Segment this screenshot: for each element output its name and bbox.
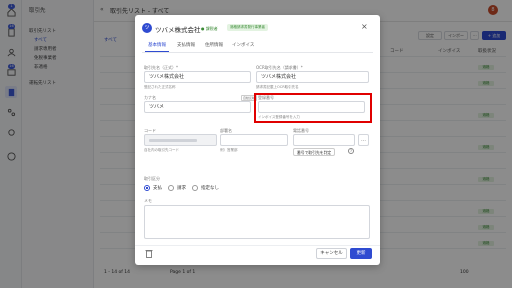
phone-match-checkbox[interactable]: 番号で取引先を判定 <box>293 148 336 156</box>
blurred-code <box>149 139 197 142</box>
footer-divider <box>135 245 380 246</box>
code-field[interactable] <box>144 134 217 146</box>
more-icon[interactable]: … <box>358 134 369 146</box>
close-icon[interactable]: × <box>361 22 368 31</box>
phone-field[interactable] <box>293 134 355 146</box>
vendor-name-field[interactable]: ツバメ株式会社 <box>144 71 251 83</box>
radio-dot-checked <box>144 185 150 191</box>
memo-label: メモ <box>144 198 152 203</box>
vendor-name-hint: 登記された正式名称 <box>144 85 176 89</box>
ocr-name-hint: 請求書記載上OCR取引先名 <box>256 85 299 89</box>
radio-payment[interactable]: 支払 <box>144 185 162 191</box>
modal-title: ツバメ株式会社 <box>155 26 201 34</box>
edit-vendor-modal: ツ ツバメ株式会社 ● 課税者 適格請求書発行事業者 × 基本情報 支払情報 住… <box>135 15 380 265</box>
radio-label: 支払 <box>153 186 162 191</box>
highlight-box <box>254 93 372 123</box>
status-text: ● 課税者 <box>201 26 218 31</box>
vendor-logo: ツ <box>142 23 152 33</box>
radio-unspecified[interactable]: 指定なし <box>192 185 219 191</box>
memo-textarea[interactable] <box>144 205 370 239</box>
department-hint: 例）営業部 <box>220 148 238 152</box>
radio-billing[interactable]: 請求 <box>168 185 186 191</box>
tab-address-info[interactable]: 住所情報 <box>205 42 223 48</box>
kana-field[interactable]: ツバメ <box>144 101 251 113</box>
code-hint: 自社内の取引先コード <box>144 148 179 152</box>
radio-label: 請求 <box>177 186 186 191</box>
department-field[interactable] <box>220 134 288 146</box>
cancel-button[interactable]: キャンセル <box>316 248 347 259</box>
ocr-name-field[interactable]: ツバメ株式会社 <box>256 71 369 83</box>
trash-icon[interactable] <box>145 249 153 258</box>
radio-label: 指定なし <box>201 186 219 191</box>
status-badge: 適格請求書発行事業者 <box>227 24 268 31</box>
radio-dot <box>192 185 198 191</box>
tab-invoice[interactable]: インボイス <box>232 42 254 48</box>
radio-dot <box>168 185 174 191</box>
tabs-divider <box>142 52 373 53</box>
save-button[interactable]: 更新 <box>350 248 372 259</box>
tab-basic-info[interactable]: 基本情報 <box>148 42 166 48</box>
transaction-type-label: 取引区分 <box>144 176 160 181</box>
info-icon[interactable]: ? <box>348 148 354 154</box>
tab-payment-info[interactable]: 支払情報 <box>177 42 195 48</box>
